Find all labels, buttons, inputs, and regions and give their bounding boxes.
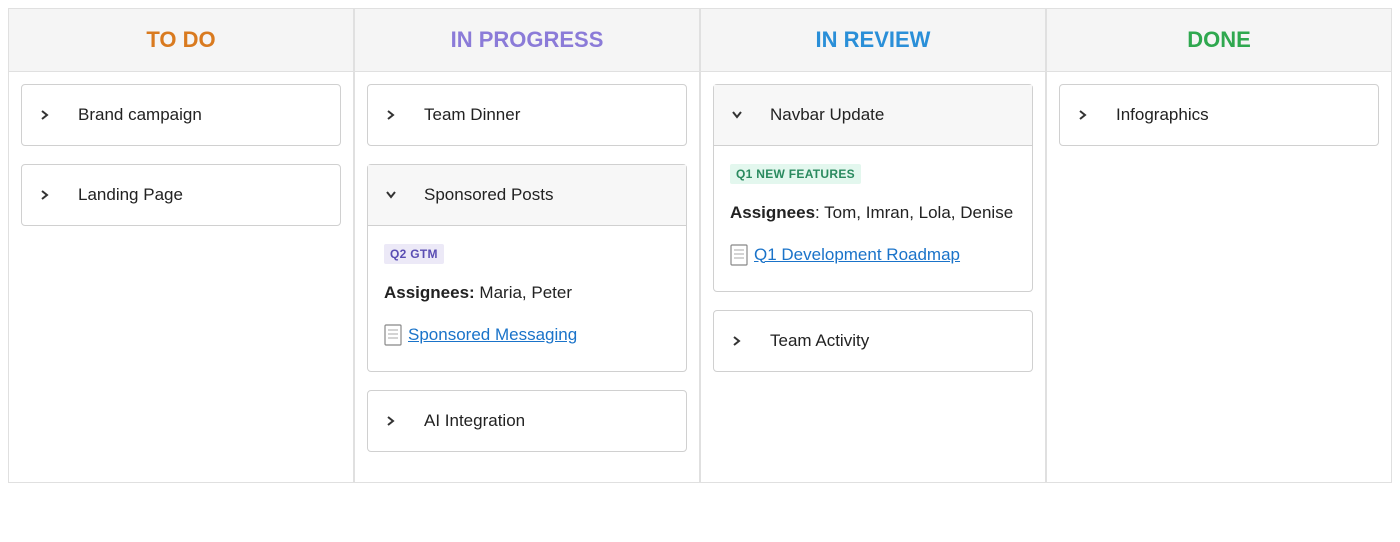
card-body: Q2 GTM Assignees: Maria, Peter Sponsored… [368, 226, 686, 371]
tag: Q1 NEW FEATURES [730, 164, 861, 184]
assignees: Assignees: Maria, Peter [384, 280, 670, 306]
card-title: Infographics [1116, 105, 1209, 125]
column-body-done: Infographics [1047, 72, 1391, 176]
card-header[interactable]: Landing Page [22, 165, 340, 225]
card-title: AI Integration [424, 411, 525, 431]
assignees-label: Assignees: [384, 283, 475, 302]
chevron-down-icon [730, 108, 744, 122]
card: Sponsored Posts Q2 GTM Assignees: Maria,… [367, 164, 687, 372]
document-icon [384, 324, 402, 346]
kanban-board: TO DO Brand campaign Landing Page [8, 8, 1392, 483]
card-header[interactable]: Team Activity [714, 311, 1032, 371]
column-inreview: IN REVIEW Navbar Update Q1 NEW FEATURES … [700, 8, 1046, 483]
card: Infographics [1059, 84, 1379, 146]
assignees: Assignees: Tom, Imran, Lola, Denise [730, 200, 1016, 226]
assignees-names: : Tom, Imran, Lola, Denise [815, 203, 1013, 222]
card-header[interactable]: AI Integration [368, 391, 686, 451]
doc-link-text: Sponsored Messaging [408, 325, 577, 345]
chevron-right-icon [730, 334, 744, 348]
chevron-right-icon [38, 108, 52, 122]
column-header-done: DONE [1047, 9, 1391, 72]
column-header-inreview: IN REVIEW [701, 9, 1045, 72]
card: Team Dinner [367, 84, 687, 146]
card: Brand campaign [21, 84, 341, 146]
chevron-right-icon [38, 188, 52, 202]
card-header[interactable]: Sponsored Posts [368, 165, 686, 226]
document-icon [730, 244, 748, 266]
card-title: Navbar Update [770, 105, 884, 125]
card-header[interactable]: Navbar Update [714, 85, 1032, 146]
chevron-right-icon [1076, 108, 1090, 122]
column-todo: TO DO Brand campaign Landing Page [8, 8, 354, 483]
column-done: DONE Infographics [1046, 8, 1392, 483]
chevron-right-icon [384, 414, 398, 428]
card-header[interactable]: Infographics [1060, 85, 1378, 145]
doc-link[interactable]: Sponsored Messaging [384, 324, 577, 346]
chevron-right-icon [384, 108, 398, 122]
card: Team Activity [713, 310, 1033, 372]
card-header[interactable]: Team Dinner [368, 85, 686, 145]
assignees-names: Maria, Peter [475, 283, 572, 302]
column-body-inprogress: Team Dinner Sponsored Posts Q2 GTM Assig… [355, 72, 699, 482]
card-title: Team Dinner [424, 105, 520, 125]
card: Landing Page [21, 164, 341, 226]
doc-link[interactable]: Q1 Development Roadmap [730, 244, 960, 266]
tag: Q2 GTM [384, 244, 444, 264]
card-title: Brand campaign [78, 105, 202, 125]
card-title: Sponsored Posts [424, 185, 553, 205]
column-header-inprogress: IN PROGRESS [355, 9, 699, 72]
card-body: Q1 NEW FEATURES Assignees: Tom, Imran, L… [714, 146, 1032, 291]
column-body-todo: Brand campaign Landing Page [9, 72, 353, 256]
card: AI Integration [367, 390, 687, 452]
doc-link-text: Q1 Development Roadmap [754, 245, 960, 265]
card-header[interactable]: Brand campaign [22, 85, 340, 145]
card: Navbar Update Q1 NEW FEATURES Assignees:… [713, 84, 1033, 292]
chevron-down-icon [384, 188, 398, 202]
column-body-inreview: Navbar Update Q1 NEW FEATURES Assignees:… [701, 72, 1045, 402]
column-inprogress: IN PROGRESS Team Dinner Sponsored Posts [354, 8, 700, 483]
assignees-label: Assignees [730, 203, 815, 222]
card-title: Team Activity [770, 331, 869, 351]
column-header-todo: TO DO [9, 9, 353, 72]
card-title: Landing Page [78, 185, 183, 205]
